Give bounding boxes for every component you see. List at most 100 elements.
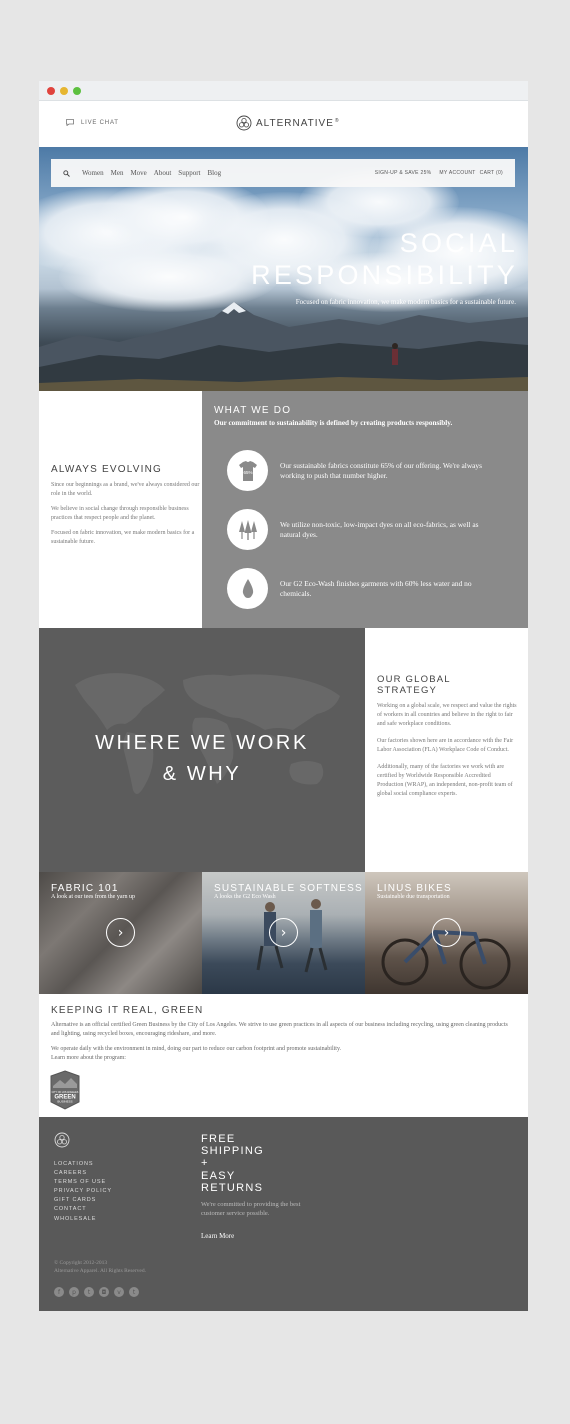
card-sustainable-softness[interactable]: SUSTAINABLE SOFTNESS A looks the G2 Eco … — [202, 872, 365, 994]
arrow-right-icon[interactable]: › — [106, 918, 135, 947]
where-title-line2: & WHY — [162, 763, 242, 785]
feature-eco-wash-text: Our G2 Eco-Wash finishes garments with 6… — [280, 579, 472, 598]
copyright-line2: Alternative Apparel. All Rights Reserved… — [54, 1268, 146, 1274]
footer-link-contact[interactable]: CONTACT — [54, 1205, 112, 1214]
what-we-do-title: WHAT WE DO — [214, 405, 292, 416]
live-chat-label: LIVE CHAT — [81, 119, 119, 126]
footer-link-privacy[interactable]: PRIVACY POLICY — [54, 1187, 112, 1196]
where-we-work-panel[interactable]: WHERE WE WORK & WHY — [39, 628, 365, 872]
cart-link[interactable]: CART (0) — [480, 170, 503, 176]
where-title-line1: WHERE WE WORK — [95, 732, 309, 754]
footer-link-locations[interactable]: LOCATIONS — [54, 1160, 112, 1169]
card-subtitle: A look at our tees from the yarn up — [51, 894, 135, 900]
commitment-section: ALWAYS EVOLVING Since our beginnings as … — [39, 391, 528, 628]
promo-description: We're committed to providing the best cu… — [201, 1201, 301, 1217]
green-business-section: KEEPING IT REAL, GREEN Alternative is an… — [39, 994, 528, 1117]
promo-line: SHIPPING — [201, 1145, 264, 1158]
nav-item-women[interactable]: Women — [82, 169, 104, 177]
brand-name: ALTERNATIVE — [256, 117, 334, 129]
hero-title-line2: RESPONSIBILITY — [251, 260, 518, 290]
nav-item-support[interactable]: Support — [178, 169, 200, 177]
green-business-title: KEEPING IT REAL, GREEN — [51, 1005, 204, 1016]
hero-subtitle: Focused on fabric innovation, we make mo… — [295, 298, 516, 306]
facebook-icon[interactable]: f — [54, 1287, 64, 1297]
always-evolving-p1: Since our beginnings as a brand, we've a… — [51, 482, 200, 497]
footer-link-terms[interactable]: TERMS OF USE — [54, 1178, 112, 1187]
water-drop-icon — [227, 568, 268, 609]
card-title: FABRIC 101 — [51, 883, 119, 894]
my-account-link[interactable]: MY ACCOUNT — [439, 170, 475, 176]
strategy-p2: Our factories shown here are in accordan… — [377, 738, 514, 753]
green-business-badge[interactable]: CITY OF LOS ANGELES GREEN BUSINESS — [50, 1070, 80, 1110]
learn-more-link[interactable]: Learn More — [201, 1232, 234, 1240]
close-window-button[interactable] — [47, 87, 55, 95]
nav-item-about[interactable]: About — [154, 169, 172, 177]
promo-line: + — [201, 1157, 209, 1170]
feature-fabrics: 65% Our sustainable fabrics constitute 6… — [227, 450, 490, 491]
copyright-line1: © Copyright 2012-2013 — [54, 1260, 108, 1266]
tumblr-icon[interactable]: t — [129, 1287, 139, 1297]
strategy-title-line2: STRATEGY — [377, 685, 438, 696]
arrow-right-icon[interactable]: › — [432, 918, 461, 947]
nav-item-men[interactable]: Men — [111, 169, 124, 177]
promo-line: FREE — [201, 1133, 236, 1145]
minimize-window-button[interactable] — [60, 87, 68, 95]
maximize-window-button[interactable] — [73, 87, 81, 95]
chat-icon — [66, 119, 74, 126]
strategy-title-line1: OUR GLOBAL — [377, 674, 451, 685]
card-title: LINUS BIKES — [377, 883, 452, 894]
arrow-right-icon[interactable]: › — [269, 918, 298, 947]
brand-logo[interactable]: ALTERNATIVE ® — [236, 115, 340, 131]
feature-dyes-text: We utilize non-toxic, low-impact dyes on… — [280, 520, 479, 539]
global-strategy-title: OUR GLOBAL STRATEGY — [377, 674, 528, 696]
card-linus-bikes[interactable]: LINUS BIKES Sustainable due transportati… — [365, 872, 528, 994]
green-business-p1: Alternative is an official certified Gre… — [51, 1022, 508, 1037]
card-subtitle: Sustainable due transportation — [377, 894, 450, 900]
badge-bottom-text: BUSINESS — [57, 1100, 72, 1104]
footer-link-wholesale[interactable]: WHOLESALE — [54, 1215, 112, 1224]
promo-line: RETURNS — [201, 1181, 264, 1194]
what-we-do-panel: WHAT WE DO Our commitment to sustainabil… — [202, 391, 528, 628]
strategy-p3: Additionally, many of the factories we w… — [377, 764, 513, 797]
vimeo-icon[interactable]: v — [114, 1287, 124, 1297]
green-business-p3: Learn more about the program: — [51, 1055, 126, 1061]
footer-link-gift-cards[interactable]: GIFT CARDS — [54, 1196, 112, 1205]
instagram-icon[interactable]: ◘ — [99, 1287, 109, 1297]
shirt-badge: 65% — [243, 470, 252, 475]
story-cards: FABRIC 101 A look at our tees from the y… — [39, 872, 528, 994]
window-chrome — [39, 81, 528, 101]
social-links: f p t ◘ v t — [54, 1287, 139, 1297]
hero-title-line1: SOCIAL — [399, 228, 518, 258]
twitter-icon[interactable]: t — [84, 1287, 94, 1297]
copyright: © Copyright 2012-2013 Alternative Appare… — [54, 1259, 146, 1275]
pinterest-icon[interactable]: p — [69, 1287, 79, 1297]
always-evolving-panel: ALWAYS EVOLVING Since our beginnings as … — [39, 391, 202, 628]
feature-fabrics-text: Our sustainable fabrics constitute 65% o… — [280, 461, 483, 480]
browser-window: LIVE CHAT ALTERNATIVE ® Women Men Move A… — [39, 81, 528, 1311]
shipping-promo: FREE SHIPPING + EASY RETURNS — [201, 1133, 264, 1194]
card-fabric-101[interactable]: FABRIC 101 A look at our tees from the y… — [39, 872, 202, 994]
brand-mark-icon — [236, 115, 252, 131]
live-chat-link[interactable]: LIVE CHAT — [66, 119, 119, 126]
signup-link[interactable]: SIGN-UP & SAVE 25% — [375, 170, 432, 176]
feature-eco-wash: Our G2 Eco-Wash finishes garments with 6… — [227, 568, 490, 609]
footer-links: LOCATIONS CAREERS TERMS OF USE PRIVACY P… — [54, 1160, 112, 1224]
always-evolving-p3: Focused on fabric innovation, we make mo… — [51, 530, 195, 545]
trees-icon — [227, 509, 268, 550]
global-strategy-panel: OUR GLOBAL STRATEGY Working on a global … — [365, 628, 528, 872]
nav-item-move[interactable]: Move — [130, 169, 146, 177]
card-subtitle: A looks the G2 Eco Wash — [214, 894, 276, 900]
nav-account-links: SIGN-UP & SAVE 25% MY ACCOUNT CART (0) — [375, 170, 503, 176]
search-icon[interactable] — [63, 169, 70, 177]
green-business-p2: We operate daily with the environment in… — [51, 1046, 342, 1052]
footer-link-careers[interactable]: CAREERS — [54, 1169, 112, 1178]
feature-dyes: We utilize non-toxic, low-impact dyes on… — [227, 509, 490, 550]
where-we-work-section: WHERE WE WORK & WHY OUR GLOBAL STRATEGY … — [39, 628, 528, 872]
hero-banner: Women Men Move About Support Blog SIGN-U… — [39, 147, 528, 391]
top-bar: LIVE CHAT ALTERNATIVE ® — [39, 101, 528, 147]
always-evolving-p2: We believe in social change through resp… — [51, 506, 189, 521]
nav-item-blog[interactable]: Blog — [207, 169, 221, 177]
strategy-p1: Working on a global scale, we respect an… — [377, 703, 517, 727]
footer-logo-icon[interactable] — [54, 1132, 70, 1148]
where-we-work-title: WHERE WE WORK & WHY — [39, 728, 365, 790]
